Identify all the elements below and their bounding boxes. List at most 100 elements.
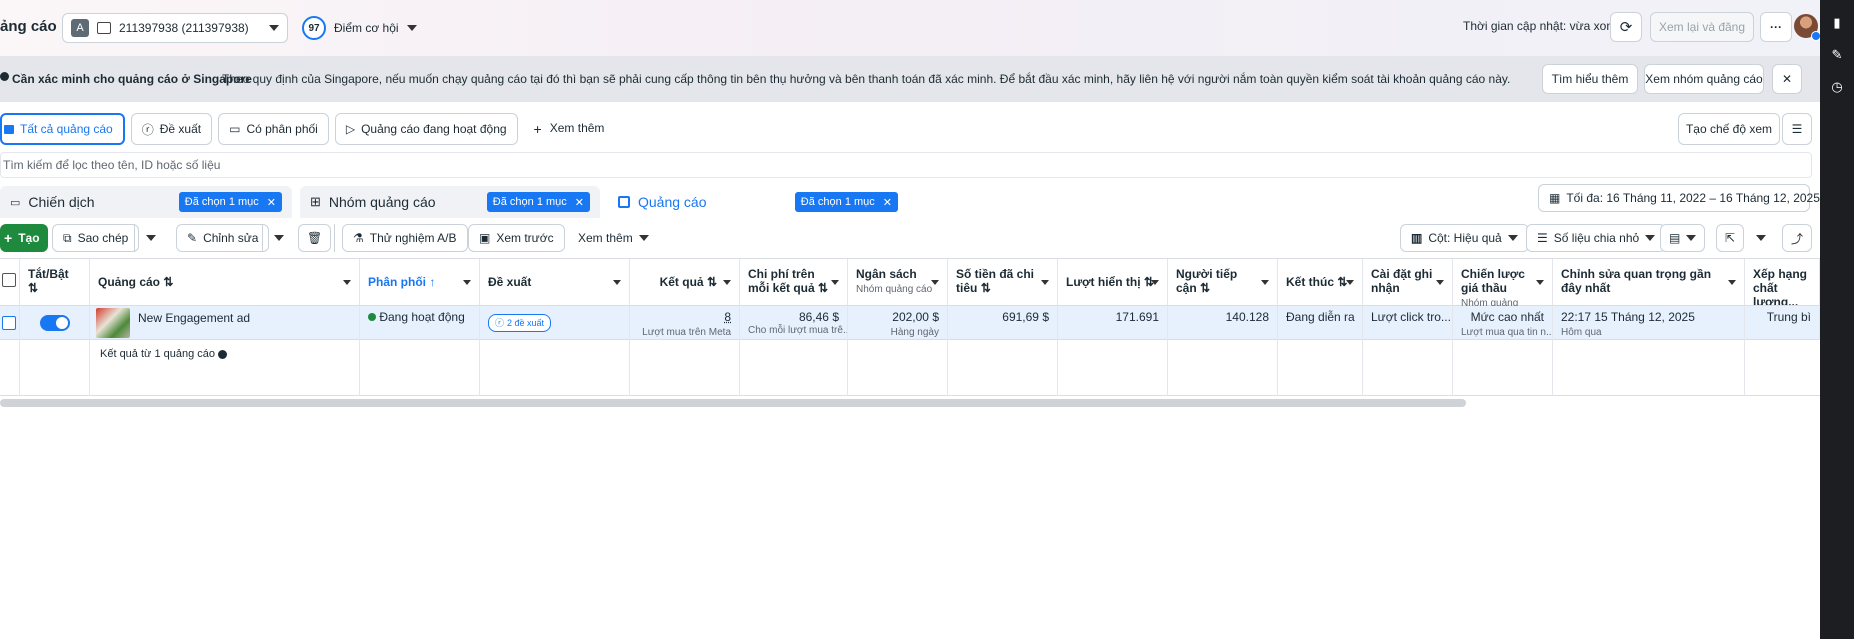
filter-delivering[interactable]: ▭ Có phân phối: [218, 113, 329, 145]
opportunity-score[interactable]: 97 Điểm cơ hội: [302, 16, 417, 40]
clock-icon[interactable]: ◷: [1830, 80, 1844, 94]
create-view-button[interactable]: Tạo chế độ xem: [1678, 113, 1780, 145]
chevron-down-icon: [406, 25, 417, 31]
row-last-edit-cell: 22:17 15 Tháng 12, 2025 Hôm qua: [1553, 306, 1745, 340]
column-ends[interactable]: Kết thúc ⇅: [1278, 259, 1363, 305]
ad-selection-chip[interactable]: Đã chọn 1 mục ✕: [794, 192, 898, 212]
column-budget[interactable]: Ngân sách Nhóm quảng cáo: [848, 259, 948, 305]
totals-cell: [1278, 340, 1363, 396]
column-last-edit[interactable]: Chỉnh sửa quan trọng gần đây nhất: [1553, 259, 1745, 305]
export-icon: ⇱: [1725, 231, 1736, 245]
totals-cell: [360, 340, 480, 396]
totals-cell: [20, 340, 90, 396]
breakdown-button[interactable]: ☰ Số liệu chia nhỏ: [1526, 224, 1667, 252]
search-input[interactable]: Tìm kiếm để lọc theo tên, ID hoặc số liệ…: [0, 152, 1812, 178]
column-recommendations[interactable]: Đề xuất: [480, 259, 630, 305]
column-quality[interactable]: Xếp hạng chất lượng...: [1745, 259, 1820, 305]
column-cost-per-result[interactable]: Chi phí trên mỗi kết quả ⇅: [740, 259, 848, 305]
impressions-value: 171.691: [1115, 310, 1159, 324]
refresh-button[interactable]: ⟳: [1610, 12, 1642, 42]
duplicate-icon: ⧉: [63, 230, 72, 245]
column-impressions[interactable]: Lượt hiển thị ⇅: [1058, 259, 1168, 305]
view-adsets-button[interactable]: Xem nhóm quảng cáo: [1644, 64, 1764, 94]
filter-all-ads[interactable]: Tất cả quảng cáo: [0, 113, 125, 145]
column-amount-spent[interactable]: Số tiền đã chi tiêu ⇅: [948, 259, 1058, 305]
learn-more-button[interactable]: Tìm hiểu thêm: [1542, 64, 1638, 94]
campaign-selection-chip[interactable]: Đã chọn 1 mục ✕: [178, 192, 282, 212]
close-icon: ✕: [882, 196, 892, 209]
close-banner-button[interactable]: ✕: [1772, 64, 1802, 94]
duplicate-dropdown[interactable]: [140, 224, 162, 252]
horizontal-scrollbar[interactable]: [0, 399, 1466, 407]
column-results[interactable]: Kết quả ⇅: [630, 259, 740, 305]
column-quality-label: Xếp hạng chất lượng...: [1753, 267, 1808, 305]
folder-icon: [4, 124, 14, 134]
delete-button[interactable]: 🗑: [298, 224, 332, 252]
recommendations-badge[interactable]: ⓡ 2 đề xuất: [488, 314, 552, 332]
more-options-button[interactable]: ···: [1760, 12, 1792, 42]
totals-cell: [1058, 340, 1168, 396]
info-icon[interactable]: [218, 349, 228, 359]
column-delivery[interactable]: Phân phối ↑: [360, 259, 480, 305]
reports-button[interactable]: ▤: [1660, 224, 1706, 252]
column-toggle[interactable]: Tắt/Bật ⇅: [20, 259, 90, 305]
right-rail: [1820, 0, 1854, 639]
pencil-icon[interactable]: ✎: [1830, 48, 1844, 62]
ad-account-icon: [97, 22, 111, 34]
export-dropdown[interactable]: [1750, 224, 1772, 252]
filter-active-ads-label: Quảng cáo đang hoạt động: [361, 122, 507, 136]
calendar-icon: ▦: [1549, 191, 1561, 205]
chip-label: Đã chọn 1 mục: [492, 196, 567, 208]
results-value[interactable]: 8: [724, 310, 731, 324]
ad-name-link[interactable]: New Engagement ad: [138, 308, 250, 338]
chevron-down-icon: [1041, 280, 1049, 285]
filter-recommendations-label: Đề xuất: [159, 122, 202, 136]
preview-button[interactable]: ▣ Xem trước: [468, 224, 565, 252]
column-ad-name[interactable]: Quảng cáo ⇅: [90, 259, 360, 305]
tab-adsets[interactable]: ⊞ Nhóm quảng cáo Đã chọn 1 mục ✕: [300, 186, 600, 218]
reach-value: 140.128: [1225, 310, 1269, 324]
export-button[interactable]: ⇱: [1716, 224, 1745, 252]
profile-avatar[interactable]: [1794, 14, 1821, 41]
inbox-icon: ▭: [229, 122, 241, 136]
chart-icon[interactable]: ▮: [1830, 16, 1844, 30]
tab-ads-label: Quảng cáo: [638, 194, 707, 210]
tab-campaigns[interactable]: ▭ Chiến dịch Đã chọn 1 mục ✕: [0, 186, 292, 218]
row-checkbox[interactable]: [2, 316, 16, 330]
duplicate-button[interactable]: ⧉ Sao chép: [52, 224, 140, 252]
column-reach[interactable]: Người tiếp cận ⇅: [1168, 259, 1278, 305]
chevron-down-icon: [613, 280, 621, 285]
create-button[interactable]: + Tạo: [0, 224, 48, 252]
column-attribution[interactable]: Cài đặt ghi nhận: [1363, 259, 1453, 305]
ad-toggle[interactable]: [40, 315, 70, 331]
select-all-checkbox[interactable]: [2, 273, 16, 287]
column-bid-strategy[interactable]: Chiến lược giá thầu Nhóm quảng cáo: [1453, 259, 1553, 325]
edit-button[interactable]: ✎ Chỉnh sửa: [176, 224, 270, 252]
filter-recommendations[interactable]: ⓡ Đề xuất: [130, 113, 213, 145]
tab-ads[interactable]: Quảng cáo Đã chọn 1 mục ✕: [608, 186, 908, 218]
chart-icon: ⤴: [1791, 231, 1804, 246]
row-ends-cell: Đang diễn ra: [1278, 306, 1363, 340]
date-range-picker[interactable]: ▦ Tối đa: 16 Tháng 11, 2022 – 16 Tháng 1…: [1538, 184, 1836, 212]
totals-cell: [630, 340, 740, 396]
column-attribution-label: Cài đặt ghi nhận: [1371, 267, 1433, 295]
edit-dropdown[interactable]: [268, 224, 290, 252]
customize-view-button[interactable]: ☰: [1782, 113, 1812, 145]
last-edit-value[interactable]: 22:17 15 Tháng 12, 2025: [1561, 310, 1695, 324]
refresh-icon: ⟳: [1619, 19, 1633, 36]
review-publish-button[interactable]: Xem lại và đăng: [1650, 12, 1754, 42]
close-icon: ✕: [574, 196, 584, 209]
charts-button[interactable]: ⤴: [1782, 224, 1813, 252]
ab-test-button[interactable]: ⚗ Thử nghiệm A/B: [342, 224, 468, 252]
more-actions-button[interactable]: Xem thêm: [572, 224, 655, 252]
chevron-down-icon: [1686, 235, 1697, 241]
filter-active-ads[interactable]: ▷ Quảng cáo đang hoạt động: [334, 113, 518, 145]
flask-icon: ⚗: [353, 231, 364, 245]
adset-selection-chip[interactable]: Đã chọn 1 mục ✕: [486, 192, 590, 212]
row-budget-cell: 202,00 $ Hàng ngày: [848, 306, 948, 340]
divider: [334, 224, 335, 252]
see-more-filters[interactable]: + Xem thêm: [534, 121, 605, 137]
account-selector[interactable]: A 211397938 (211397938): [62, 13, 288, 43]
chevron-down-icon: [274, 235, 284, 241]
columns-button[interactable]: ▥ Cột: Hiệu quả: [1400, 224, 1529, 252]
